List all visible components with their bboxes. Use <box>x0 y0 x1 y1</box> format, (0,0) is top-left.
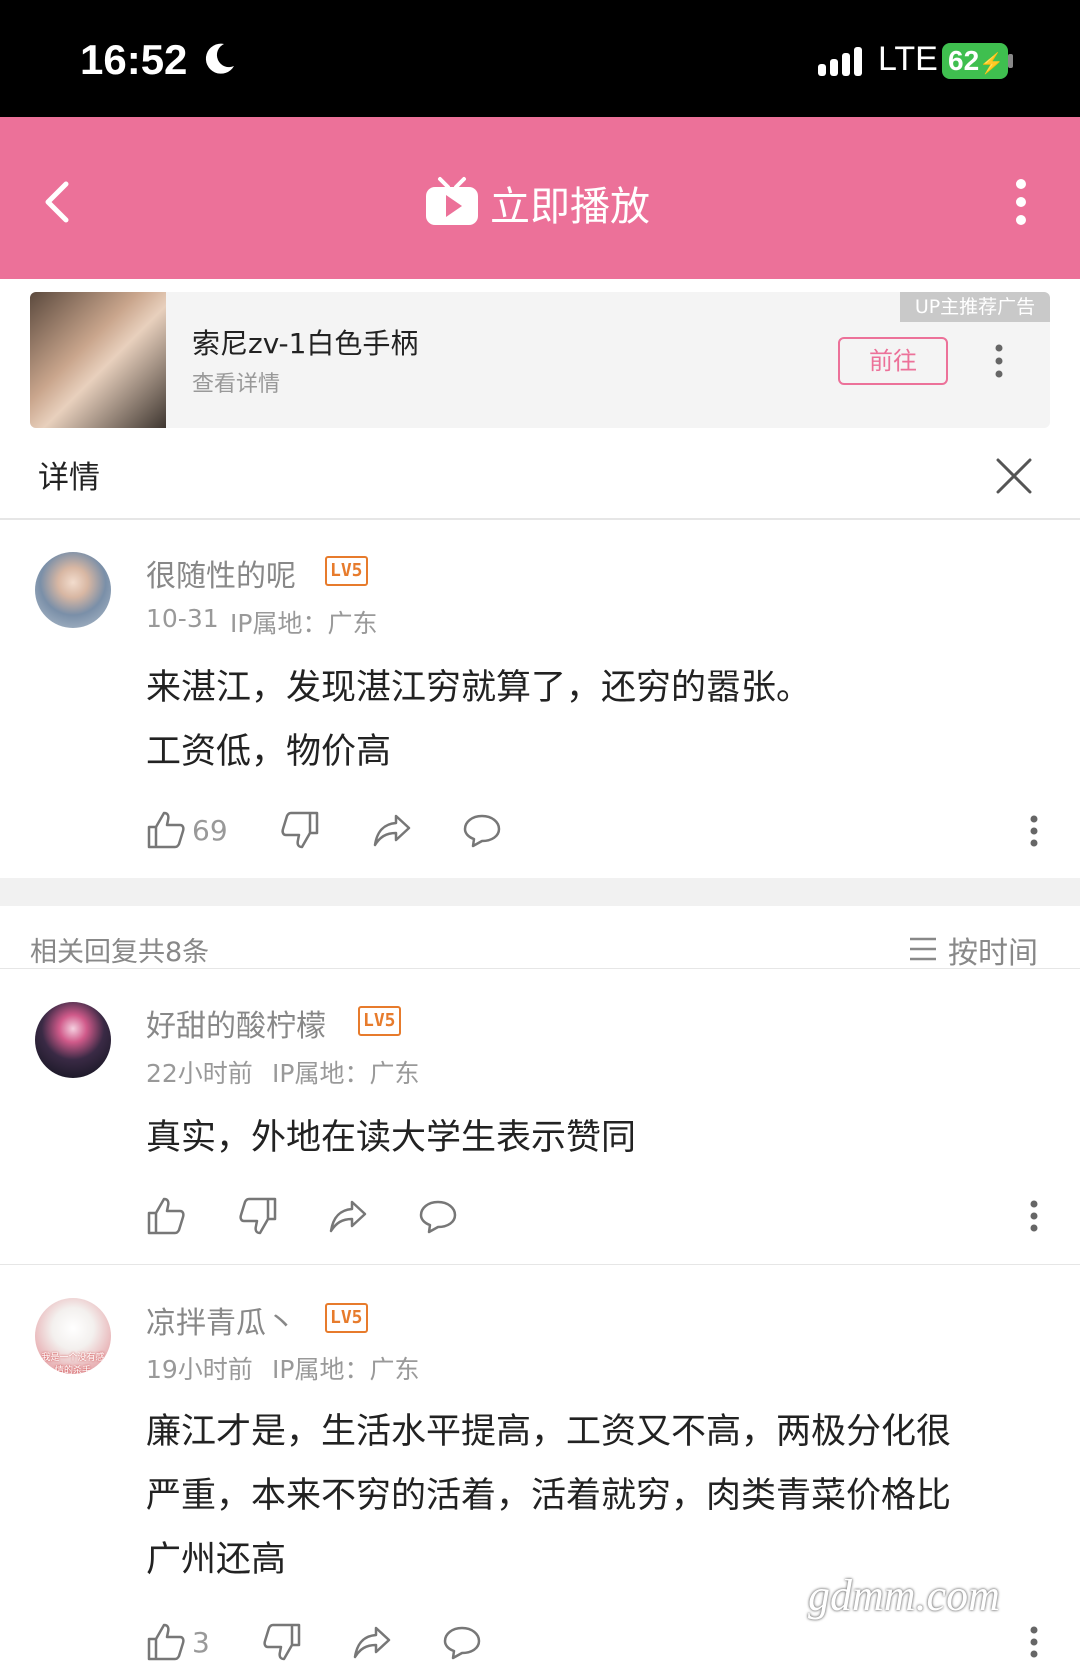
ad-thumbnail[interactable] <box>30 292 166 428</box>
ad-go-button[interactable]: 前往 <box>838 337 948 385</box>
like-count: 69 <box>192 814 228 847</box>
battery-icon: 62⚡ <box>942 43 1008 79</box>
play-now-title[interactable]: 立即播放 <box>490 174 650 232</box>
comment-line: 工资低，物价高 <box>146 732 392 772</box>
thumbs-up-icon[interactable] <box>146 1622 186 1662</box>
divider <box>0 518 1080 520</box>
battery-nub <box>1008 54 1013 68</box>
level-badge: LV5 <box>325 556 368 586</box>
comment-more-icon[interactable] <box>1030 1626 1038 1658</box>
ad-card[interactable]: UP主推荐广告 索尼zv-1白色手柄 查看详情 前往 <box>30 292 1050 428</box>
avatar-caption: 我是一个没有感情的杀手 <box>41 1353 105 1374</box>
reply-icon[interactable] <box>418 1196 458 1236</box>
watermark: gdmm.com <box>808 1571 1000 1620</box>
comment-text: 廉江才是，生活水平提高，工资又不高，两极分化很 严重，本来不穷的活着，活着就穷，… <box>146 1400 1046 1592</box>
like-count: 3 <box>192 1626 210 1659</box>
sort-by-time[interactable]: 按时间 <box>948 928 1038 972</box>
avatar[interactable] <box>35 552 111 628</box>
comment-username[interactable]: 很随性的呢 <box>146 551 296 595</box>
status-time: 16:52 <box>80 36 188 83</box>
comment-date: 22小时前 <box>146 1059 253 1088</box>
more-options-icon[interactable] <box>1015 178 1027 226</box>
thumbs-down-icon[interactable] <box>280 810 320 850</box>
tv-play-icon[interactable] <box>424 175 480 227</box>
comment-line: 真实，外地在读大学生表示赞同 <box>146 1118 637 1158</box>
share-icon[interactable] <box>372 810 412 850</box>
thumbs-down-icon[interactable] <box>238 1196 278 1236</box>
avatar[interactable] <box>35 1002 111 1078</box>
comment-username[interactable]: 好甜的酸柠檬 <box>146 1001 326 1045</box>
ad-more-icon[interactable] <box>995 344 1003 378</box>
comment-date: 10-31 <box>146 604 219 633</box>
divider <box>0 1264 1080 1265</box>
ad-subtitle[interactable]: 查看详情 <box>192 366 280 398</box>
comment-ip: IP属地：广东 <box>272 1059 420 1088</box>
signal-icon <box>818 47 862 76</box>
detail-title: 详情 <box>38 460 100 496</box>
comment-date: 19小时前 <box>146 1355 253 1384</box>
section-gap <box>0 878 1080 906</box>
level-badge: LV5 <box>358 1006 401 1036</box>
comment-line: 廉江才是，生活水平提高，工资又不高，两极分化很 <box>146 1412 952 1452</box>
ad-badge: UP主推荐广告 <box>900 292 1050 322</box>
level-badge: LV5 <box>325 1303 368 1333</box>
avatar[interactable]: 我是一个没有感情的杀手 <box>35 1298 111 1374</box>
reply-icon[interactable] <box>462 810 502 850</box>
replies-count: 相关回复共8条 <box>30 937 210 968</box>
reply-icon[interactable] <box>442 1622 482 1662</box>
share-icon[interactable] <box>328 1196 368 1236</box>
comment-ip: IP属地：广东 <box>272 1355 420 1384</box>
comment-ip: IP属地：广东 <box>230 609 378 638</box>
network-type: LTE <box>878 40 938 78</box>
comment-line: 来湛江，发现湛江穷就算了，还穷的嚣张。 <box>146 668 812 708</box>
comment-line: 严重，本来不穷的活着，活着就穷，肉类青菜价格比 <box>146 1476 952 1516</box>
comment-username[interactable]: 凉拌青瓜丶 <box>146 1298 296 1342</box>
divider <box>0 968 1080 969</box>
comment-more-icon[interactable] <box>1030 1200 1038 1232</box>
thumbs-up-icon[interactable] <box>146 810 186 850</box>
comment-text: 来湛江，发现湛江穷就算了，还穷的嚣张。 工资低，物价高 <box>146 656 1046 784</box>
close-icon[interactable] <box>994 456 1034 496</box>
comment-more-icon[interactable] <box>1030 815 1038 847</box>
moon-icon <box>205 43 234 74</box>
ad-title[interactable]: 索尼zv-1白色手柄 <box>192 322 418 362</box>
thumbs-up-icon[interactable] <box>146 1196 186 1236</box>
battery-level: 62 <box>948 45 980 76</box>
share-icon[interactable] <box>352 1622 392 1662</box>
thumbs-down-icon[interactable] <box>262 1622 302 1662</box>
back-arrow-icon[interactable] <box>42 180 72 224</box>
sort-icon[interactable] <box>908 936 938 962</box>
comment-text: 真实，外地在读大学生表示赞同 <box>146 1106 1046 1170</box>
